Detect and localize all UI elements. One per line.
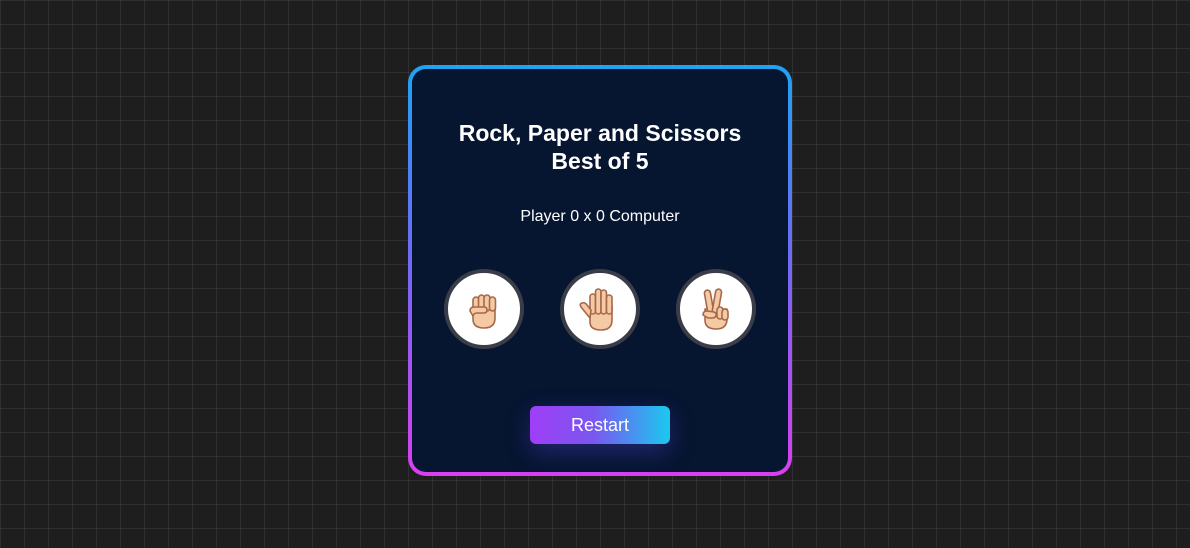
scissors-button[interactable]: [676, 269, 756, 349]
rock-button[interactable]: [444, 269, 524, 349]
choices-row: [412, 269, 788, 353]
game-card: Rock, Paper and Scissors Best of 5 Playe…: [412, 69, 788, 472]
game-title-line1: Rock, Paper and Scissors: [458, 120, 742, 146]
game-title: Rock, Paper and Scissors Best of 5: [412, 119, 788, 175]
game-card-border: Rock, Paper and Scissors Best of 5 Playe…: [408, 65, 792, 476]
scoreboard: Player 0 x 0 Computer: [520, 208, 680, 225]
victory-hand-icon: [702, 288, 729, 330]
raised-hand-icon: [579, 288, 613, 331]
raised-fist-icon: [469, 294, 497, 329]
restart-button[interactable]: Restart: [530, 406, 670, 444]
game-title-line2: Best of 5: [551, 148, 649, 174]
paper-button[interactable]: [560, 269, 640, 349]
